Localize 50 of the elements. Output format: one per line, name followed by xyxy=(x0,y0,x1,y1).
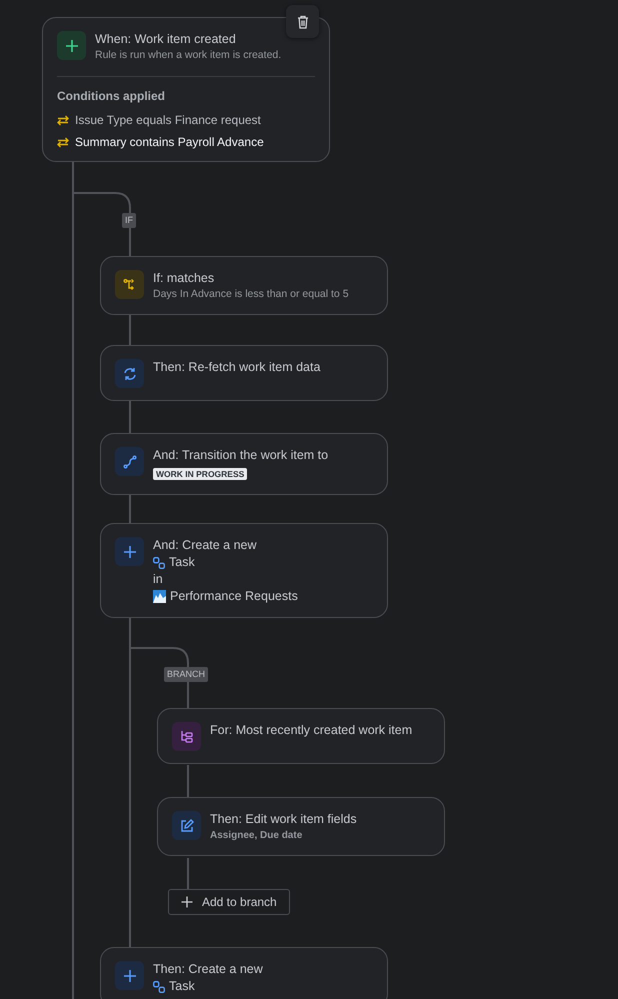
condition-text: Issue Type equals Finance request xyxy=(75,113,261,127)
curve-icon xyxy=(115,447,144,476)
step-title: If: matches xyxy=(153,270,216,287)
step-title: Then: Create a new xyxy=(153,961,263,978)
step-card[interactable]: Then: Re-fetch work item data xyxy=(100,345,388,401)
add-to-branch-button[interactable]: Add to branch xyxy=(168,889,290,915)
plus-icon xyxy=(181,896,193,908)
connector-line xyxy=(187,765,189,797)
swap-icon xyxy=(57,136,69,148)
step-card[interactable]: Then: Edit work item fields Assignee, Due date xyxy=(157,797,445,856)
connector-word: in xyxy=(153,571,164,588)
trigger-description: Rule is run when a work item is created. xyxy=(95,48,282,63)
step-card[interactable]: If: matches Days In Advance is less than or equal to 5 xyxy=(100,256,388,315)
step-card[interactable]: And: Create a new Task in Performance Requests xyxy=(100,523,388,618)
step-title: Then: Re-fetch work item data xyxy=(153,359,320,376)
step-title: For: Most recently created work item xyxy=(210,722,412,739)
plus-icon xyxy=(57,31,86,60)
trash-icon xyxy=(296,14,308,28)
connector-line xyxy=(129,313,131,345)
project-name: Performance Requests xyxy=(170,588,298,605)
branch-label: BRANCH xyxy=(164,667,208,682)
step-card[interactable]: Then: Create a new Task xyxy=(100,947,388,999)
trigger-title: When: Work item created xyxy=(95,31,237,48)
issue-type: Task xyxy=(169,978,195,995)
step-title: Then: Edit work item fields xyxy=(210,811,357,828)
status-lozenge: WORK IN PROGRESS xyxy=(153,468,248,480)
refresh-icon xyxy=(115,359,144,388)
condition-text: Summary contains Payroll Advance xyxy=(75,135,264,149)
hierarchy-icon xyxy=(172,722,201,751)
plus-icon xyxy=(115,961,144,990)
step-card[interactable]: And: Transition the work item to WORK IN PROGRESS xyxy=(100,433,388,495)
swap-icon xyxy=(57,114,69,126)
step-title: And: Create a new xyxy=(153,537,258,554)
project-avatar-icon xyxy=(153,590,166,603)
subtask-icon xyxy=(153,556,165,568)
connector-line xyxy=(129,401,131,433)
subtask-icon xyxy=(153,980,165,992)
conditions-heading: Conditions applied xyxy=(57,89,166,103)
step-description: Assignee, Due date xyxy=(210,829,304,843)
if-label: IF xyxy=(122,213,136,228)
trigger-card[interactable]: When: Work item created Rule is run when a work item is created. Conditions applied Issue Type equals Finance request Summary contains Payroll Advance xyxy=(42,17,330,162)
step-title: And: Transition the work item to xyxy=(153,447,328,464)
branch-icon xyxy=(115,270,144,299)
edit-icon xyxy=(172,811,201,840)
step-card[interactable]: For: Most recently created work item xyxy=(157,708,445,764)
step-description: Days In Advance is less than or equal to 5 xyxy=(153,287,349,302)
connector-line xyxy=(187,858,189,889)
delete-button[interactable] xyxy=(286,5,319,38)
issue-type: Task xyxy=(169,554,195,571)
plus-icon xyxy=(115,537,144,566)
